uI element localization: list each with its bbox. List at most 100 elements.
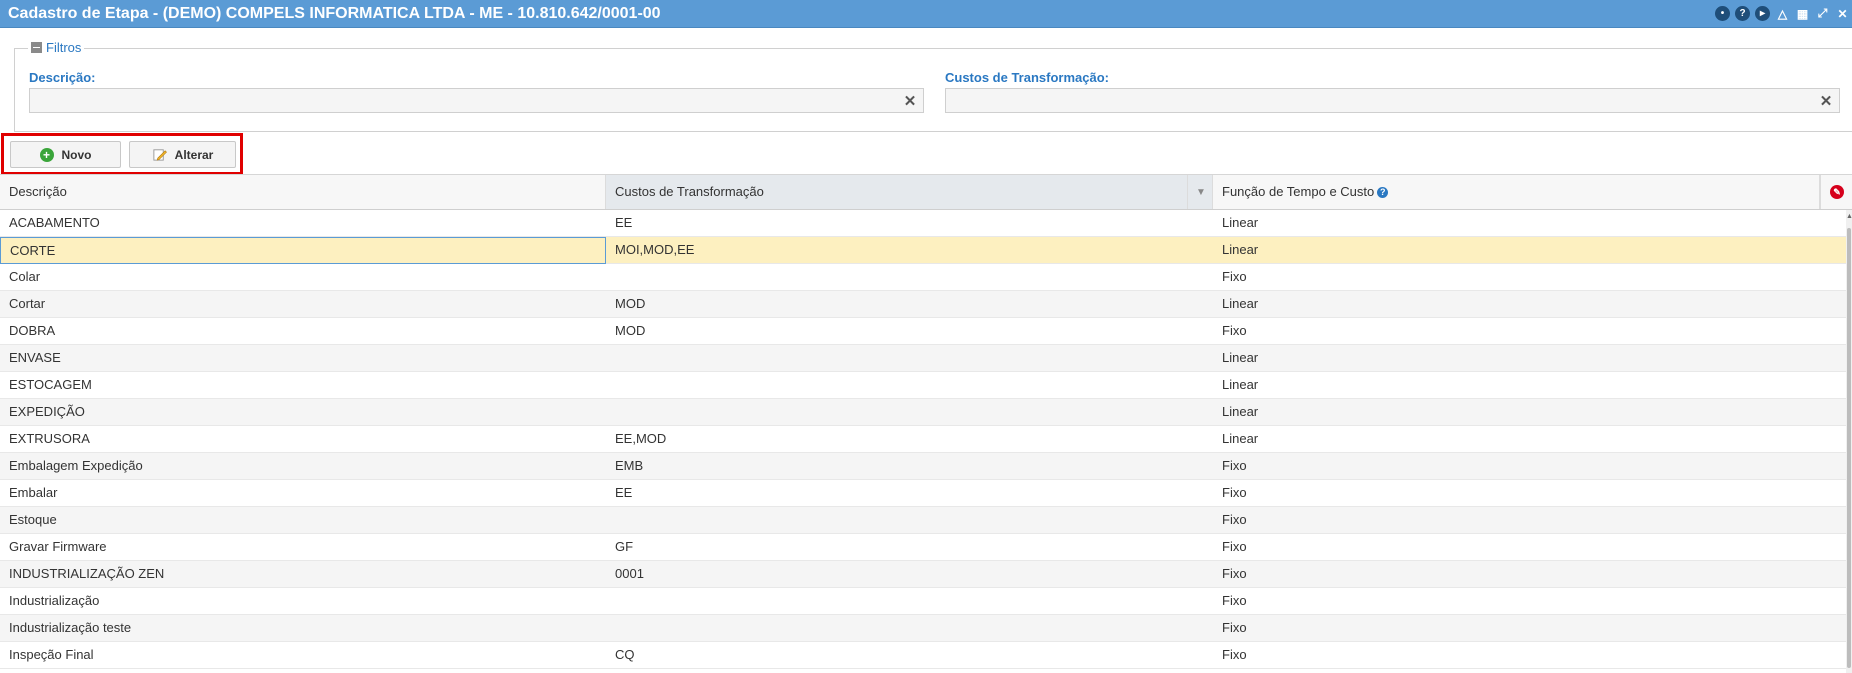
cell-funcao[interactable]: Linear (1213, 210, 1846, 236)
sort-dropdown-icon[interactable]: ▼ (1187, 175, 1214, 209)
table-row[interactable]: Embalagem Expedição EMB Fixo (0, 453, 1846, 480)
cell-custos[interactable]: EE,MOD (606, 426, 1219, 452)
play-icon[interactable]: ▸ (1755, 6, 1770, 21)
column-header-label: Descrição (9, 184, 67, 199)
table-row[interactable]: Cortar MOD Linear (0, 291, 1846, 318)
help-icon[interactable]: ? (1377, 187, 1389, 199)
table-row[interactable]: Industrialização teste Fixo (0, 615, 1846, 642)
table-row[interactable]: INDUSTRIALIZAÇÃO ZEN 0001 Fixo (0, 561, 1846, 588)
cell-custos[interactable] (606, 615, 1219, 641)
cell-custos[interactable] (606, 399, 1219, 425)
table-row[interactable]: Industrialização Fixo (0, 588, 1846, 615)
cell-descricao[interactable]: DOBRA (0, 318, 606, 344)
cell-funcao[interactable]: Linear (1213, 237, 1846, 263)
cell-descricao[interactable]: ENVASE (0, 345, 606, 371)
alterar-button[interactable]: Alterar (129, 141, 236, 168)
cell-descricao[interactable]: ACABAMENTO (0, 210, 606, 236)
cell-custos[interactable] (606, 507, 1219, 533)
cell-custos[interactable] (606, 372, 1219, 398)
table-row[interactable]: ENVASE Linear (0, 345, 1846, 372)
cell-descricao[interactable]: Estoque (0, 507, 606, 533)
custos-clear-icon[interactable]: ✕ (1814, 89, 1838, 112)
table-row[interactable]: EXTRUSORA EE,MOD Linear (0, 426, 1846, 453)
cell-funcao[interactable]: Fixo (1213, 642, 1846, 668)
table-row[interactable]: CORTE MOI,MOD,EE Linear (0, 237, 1846, 264)
cell-custos[interactable]: GF (606, 534, 1219, 560)
cell-custos[interactable] (606, 264, 1219, 290)
vertical-scrollbar[interactable]: ▲ (1846, 210, 1852, 673)
table-row[interactable]: Colar Fixo (0, 264, 1846, 291)
bell-icon[interactable]: △ (1775, 6, 1790, 21)
table-row[interactable]: Embalar EE Fixo (0, 480, 1846, 507)
column-header-custos[interactable]: Custos de Transformação (606, 175, 1213, 209)
table-row[interactable]: ESTOCAGEM Linear (0, 372, 1846, 399)
cell-descricao[interactable]: Gravar Firmware (0, 534, 606, 560)
cell-custos[interactable]: EE (606, 210, 1219, 236)
column-header-funcao[interactable]: Função de Tempo e Custo? (1213, 175, 1820, 209)
cell-descricao[interactable]: Embalar (0, 480, 606, 506)
column-header-descricao[interactable]: Descrição (0, 175, 606, 209)
add-icon: + (39, 147, 54, 162)
column-header-label: Custos de Transformação (615, 184, 764, 199)
cell-funcao[interactable]: Linear (1213, 372, 1846, 398)
cell-funcao[interactable]: Fixo (1213, 561, 1846, 587)
scroll-up-icon[interactable]: ▲ (1846, 213, 1852, 220)
scrollbar-thumb[interactable] (1847, 228, 1851, 668)
cell-custos[interactable]: MOD (606, 318, 1219, 344)
cell-funcao[interactable]: Linear (1213, 399, 1846, 425)
chat-icon[interactable]: • (1715, 6, 1730, 21)
grid-body: ACABAMENTO EE Linear CORTE MOI,MOD,EE Linear C… (0, 210, 1846, 673)
filters-legend-label: Filtros (46, 40, 82, 55)
cell-funcao[interactable]: Fixo (1213, 615, 1846, 641)
descricao-filter-input[interactable] (29, 88, 924, 113)
close-icon[interactable]: ✕ (1835, 6, 1850, 21)
cell-descricao[interactable]: ESTOCAGEM (0, 372, 606, 398)
cell-funcao[interactable]: Fixo (1213, 588, 1846, 614)
column-header-label: Função de Tempo e Custo (1222, 184, 1375, 199)
cell-descricao[interactable]: EXTRUSORA (0, 426, 606, 452)
cell-descricao[interactable]: CORTE (0, 237, 606, 264)
cell-funcao[interactable]: Fixo (1213, 264, 1846, 290)
cell-custos[interactable]: EE (606, 480, 1219, 506)
cell-funcao[interactable]: Fixo (1213, 318, 1846, 344)
novo-button[interactable]: + Novo (10, 141, 121, 168)
cell-funcao[interactable]: Fixo (1213, 534, 1846, 560)
cell-funcao[interactable]: Linear (1213, 426, 1846, 452)
descricao-clear-icon[interactable]: ✕ (898, 89, 922, 112)
collapse-icon[interactable]: ⤢ (1815, 6, 1830, 21)
column-settings-button[interactable]: ✎ (1820, 175, 1852, 209)
help-icon[interactable]: ? (1735, 6, 1750, 21)
cell-descricao[interactable]: Industrialização teste (0, 615, 606, 641)
cell-custos[interactable] (606, 588, 1219, 614)
window-titlebar: Cadastro de Etapa - (DEMO) COMPELS INFOR… (0, 0, 1852, 28)
cell-funcao[interactable]: Fixo (1213, 453, 1846, 479)
cell-custos[interactable]: 0001 (606, 561, 1219, 587)
cell-descricao[interactable]: Colar (0, 264, 606, 290)
custos-filter-input[interactable] (945, 88, 1840, 113)
cell-descricao[interactable]: Inspeção Final (0, 642, 606, 668)
table-row[interactable]: DOBRA MOD Fixo (0, 318, 1846, 345)
table-row[interactable]: Inspeção Final CQ Fixo (0, 642, 1846, 669)
cell-funcao[interactable]: Fixo (1213, 480, 1846, 506)
calendar-icon[interactable]: ▦ (1795, 6, 1810, 21)
cell-funcao[interactable]: Linear (1213, 345, 1846, 371)
cell-descricao[interactable]: Industrialização (0, 588, 606, 614)
cell-custos[interactable]: MOI,MOD,EE (606, 237, 1219, 263)
cell-descricao[interactable]: Embalagem Expedição (0, 453, 606, 479)
table-row[interactable]: EXPEDIÇÃO Linear (0, 399, 1846, 426)
table-row[interactable]: ACABAMENTO EE Linear (0, 210, 1846, 237)
cell-funcao[interactable]: Linear (1213, 291, 1846, 317)
cell-descricao[interactable]: Cortar (0, 291, 606, 317)
cell-custos[interactable]: EMB (606, 453, 1219, 479)
cell-descricao[interactable]: INDUSTRIALIZAÇÃO ZEN (0, 561, 606, 587)
cell-funcao[interactable]: Fixo (1213, 507, 1846, 533)
collapse-minus-icon[interactable] (31, 42, 42, 53)
titlebar-icons: • ? ▸ △ ▦ ⤢ ✕ (1715, 6, 1850, 21)
cell-custos[interactable]: CQ (606, 642, 1219, 668)
cell-custos[interactable] (606, 345, 1219, 371)
cell-descricao[interactable]: EXPEDIÇÃO (0, 399, 606, 425)
table-row[interactable]: Estoque Fixo (0, 507, 1846, 534)
table-row[interactable]: Gravar Firmware GF Fixo (0, 534, 1846, 561)
filters-legend[interactable]: Filtros (28, 40, 85, 55)
cell-custos[interactable]: MOD (606, 291, 1219, 317)
